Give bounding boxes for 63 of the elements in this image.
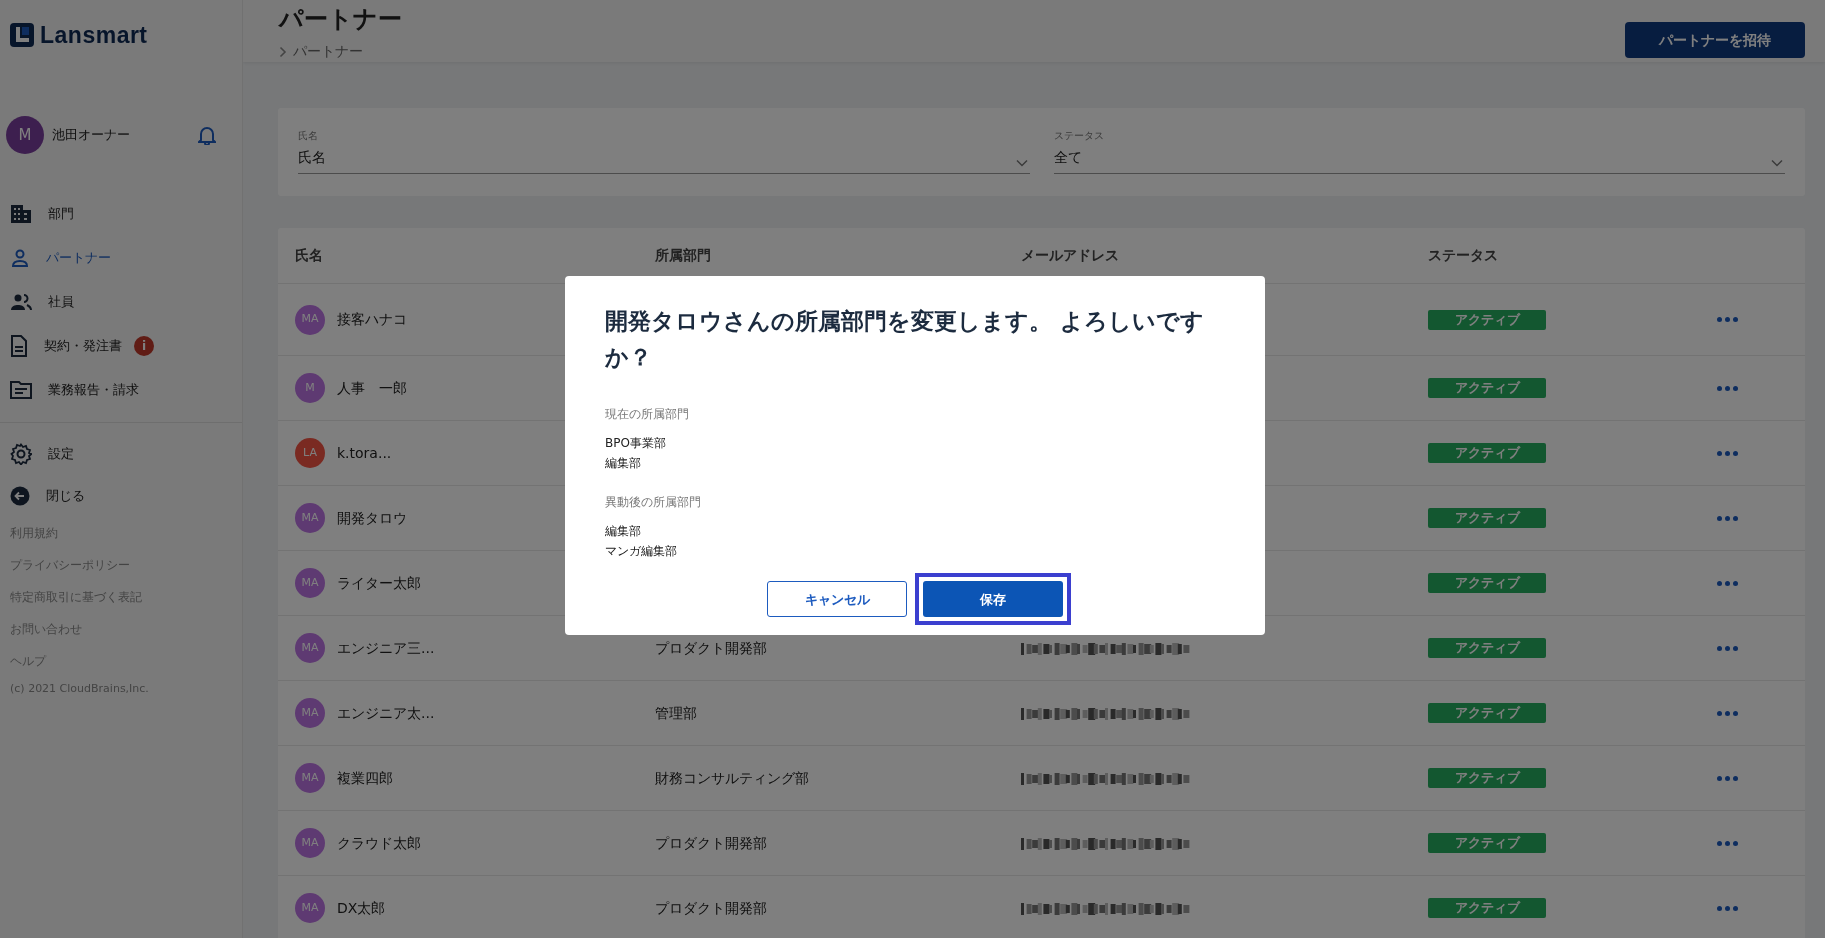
status-badge: アクティブ bbox=[1428, 443, 1546, 464]
logo-text: Lansmart bbox=[40, 20, 148, 50]
alert-badge: i bbox=[134, 336, 154, 356]
avatar: MA bbox=[295, 568, 325, 599]
select-field[interactable]: 氏名 氏名 bbox=[298, 128, 1030, 175]
department: 財務コンサルティング部 bbox=[655, 769, 809, 786]
status-badge: アクティブ bbox=[1428, 703, 1546, 724]
column-header: メールアドレス bbox=[1021, 246, 1120, 266]
column-header: 所属部門 bbox=[655, 246, 712, 266]
partner-name: クラウド太郎 bbox=[337, 833, 421, 853]
nav-item[interactable]: 契約・発注書 i bbox=[0, 324, 242, 368]
column-header: 氏名 bbox=[295, 246, 324, 266]
status-badge: アクティブ bbox=[1428, 378, 1546, 399]
user-name: 池田オーナー bbox=[52, 126, 131, 145]
avatar: MA bbox=[295, 304, 325, 335]
dialog-title: 開発タロウさんの所属部門を変更します。 よろしいですか？ bbox=[605, 307, 1205, 372]
avatar: MA bbox=[295, 503, 325, 534]
department: プロダクト開発部 bbox=[655, 899, 767, 916]
avatar: M bbox=[295, 373, 325, 404]
nav-item[interactable]: パートナー bbox=[0, 236, 242, 280]
partner-name: エンジニア太... bbox=[337, 703, 435, 723]
status-badge: アクティブ bbox=[1428, 508, 1546, 529]
status-badge: アクティブ bbox=[1428, 638, 1546, 659]
partner-name: 人事 一郎 bbox=[337, 378, 407, 398]
page-title: パートナー bbox=[279, 4, 402, 35]
avatar: LA bbox=[295, 438, 325, 469]
avatar: MA bbox=[295, 633, 325, 664]
nav-item[interactable]: 業務報告・請求 bbox=[0, 368, 242, 412]
status-badge: アクティブ bbox=[1428, 309, 1546, 330]
section-label: 異動後の所属部門 bbox=[605, 494, 702, 512]
section-label: 現在の所属部門 bbox=[605, 406, 690, 424]
partner-name: DX太郎 bbox=[337, 898, 386, 918]
invite-button[interactable]: パートナーを招待 bbox=[1625, 22, 1805, 58]
status-badge: アクティブ bbox=[1428, 768, 1546, 789]
department-name: 編集部 bbox=[605, 523, 642, 541]
department-name: マンガ編集部 bbox=[605, 543, 678, 561]
department: 管理部 bbox=[655, 704, 697, 721]
partner-name: 複業四郎 bbox=[337, 768, 393, 788]
partner-name: ライター太郎 bbox=[337, 573, 421, 593]
partner-name: k.tora... bbox=[337, 443, 392, 463]
partner-name: エンジニア三... bbox=[337, 638, 435, 658]
department-name: 編集部 bbox=[605, 455, 642, 473]
avatar: MA bbox=[295, 828, 325, 859]
avatar: MA bbox=[295, 698, 325, 729]
column-header: ステータス bbox=[1428, 246, 1499, 266]
status-badge: アクティブ bbox=[1428, 898, 1546, 919]
status-badge: アクティブ bbox=[1428, 573, 1546, 594]
nav-item[interactable]: 部門 bbox=[0, 192, 242, 236]
partner-name: 開発タロウ bbox=[337, 508, 407, 528]
breadcrumb[interactable]: パートナー bbox=[293, 41, 363, 63]
department: プロダクト開発部 bbox=[655, 834, 767, 851]
user-avatar: M bbox=[6, 116, 44, 154]
save-button[interactable]: 保存 bbox=[923, 581, 1063, 618]
nav-item[interactable]: 設定 bbox=[0, 433, 242, 475]
nav-item[interactable]: 閉じる bbox=[0, 475, 242, 517]
avatar: MA bbox=[295, 763, 325, 794]
department: プロダクト開発部 bbox=[655, 639, 767, 656]
department-name: BPO事業部 bbox=[605, 435, 667, 453]
cancel-button[interactable]: キャンセル bbox=[767, 581, 907, 618]
partner-name: 接客ハナコ bbox=[337, 310, 407, 330]
status-badge: アクティブ bbox=[1428, 833, 1546, 854]
avatar: MA bbox=[295, 893, 325, 924]
nav-item[interactable]: 社員 bbox=[0, 280, 242, 324]
